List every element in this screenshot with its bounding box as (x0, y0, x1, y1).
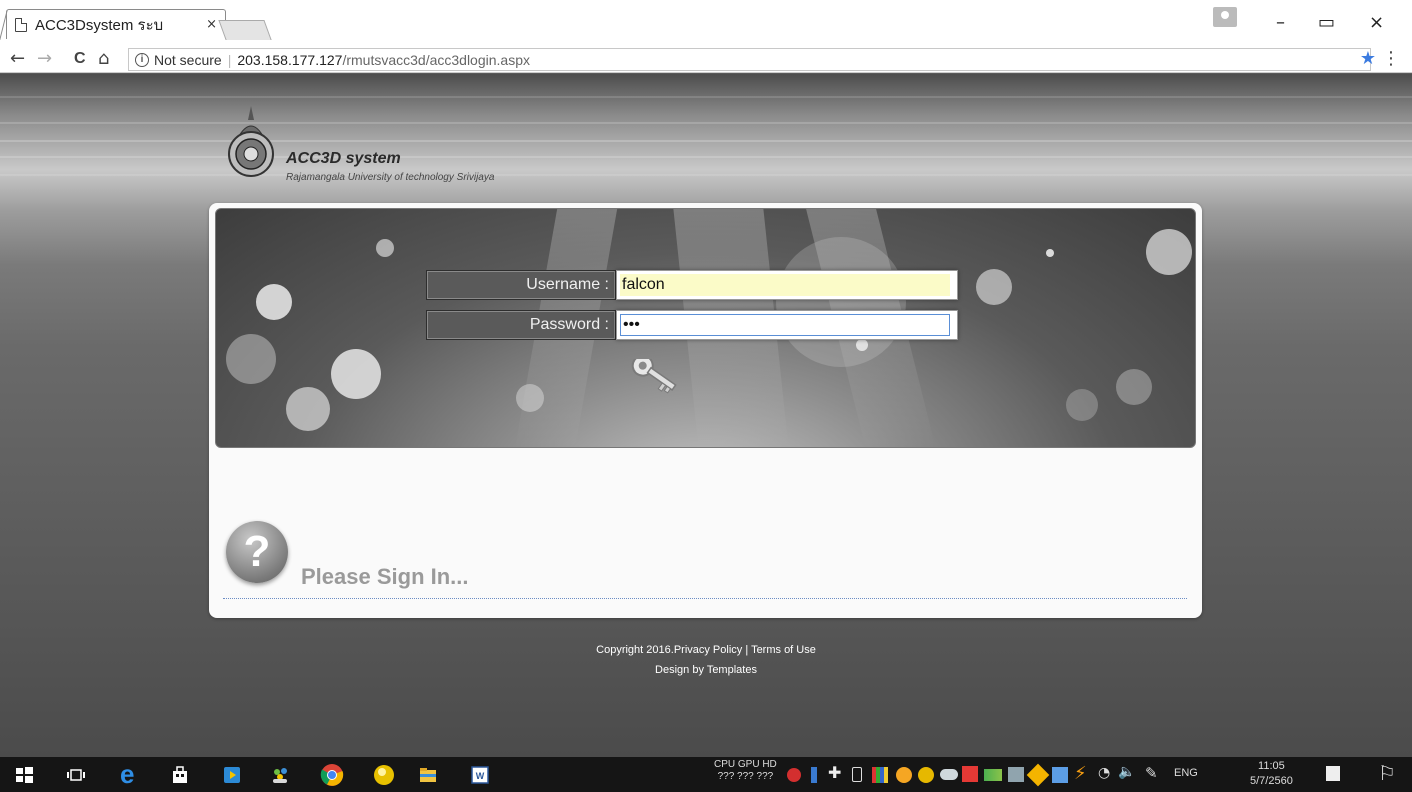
sign-in-prompt: Please Sign In... (301, 564, 469, 589)
tray-red-icon[interactable] (787, 768, 801, 782)
url-host: 203.158.177.127 (237, 51, 343, 68)
page-footer: Copyright 2016.Privacy Policy | Terms of… (0, 640, 1412, 680)
username-row: Username : (426, 270, 958, 300)
username-label: Username : (426, 270, 616, 300)
terms-of-use-link[interactable]: Terms of Use (751, 644, 816, 656)
store-icon[interactable] (170, 765, 190, 785)
username-field-wrap (616, 270, 958, 300)
clock-date: 5/7/2560 (1250, 775, 1293, 787)
password-label: Password : (426, 310, 616, 340)
login-banner: Username : Password : (215, 208, 1196, 448)
tray-battery-icon[interactable] (811, 767, 817, 783)
security-label[interactable]: Not secure (154, 52, 222, 68)
media-app-icon[interactable] (222, 765, 242, 785)
tray-orange-icon[interactable] (896, 767, 912, 783)
tray-network-icon[interactable] (1052, 767, 1068, 783)
tray-printer-icon[interactable] (1008, 767, 1024, 782)
pen-input-icon[interactable]: ✎ (1145, 764, 1165, 784)
address-separator: | (227, 51, 232, 68)
hardware-monitor-labels: CPU GPU HD (714, 759, 777, 770)
notification-icon[interactable]: ⚐ (1378, 761, 1398, 785)
tray-yellow-icon[interactable] (918, 767, 934, 783)
footer-divider: | (742, 644, 752, 656)
wifi-icon[interactable]: ◔ (1098, 765, 1118, 785)
university-seal-icon (228, 106, 274, 177)
file-explorer-icon[interactable] (418, 765, 438, 785)
reload-button[interactable]: C (74, 49, 86, 69)
login-key-button[interactable] (624, 359, 678, 401)
browser-toolbar: ← → C ⌂ i Not secure | 203.158.177.127/r… (0, 47, 1412, 73)
site-title: ACC3D system (286, 150, 401, 167)
address-bar[interactable]: i Not secure | 203.158.177.127/rmutsvacc… (128, 48, 1371, 71)
browser-tabstrip: ACC3Dsystem ระบ × – ▭ × (0, 0, 1412, 47)
yellow-circle-app-icon[interactable] (372, 763, 396, 787)
clock-time: 11:05 (1258, 760, 1285, 772)
tray-cloud-icon[interactable] (940, 769, 958, 780)
password-row: Password : (426, 310, 958, 340)
help-question-icon: ? (226, 521, 288, 583)
hardware-monitor-values: ??? ??? ??? (717, 771, 774, 782)
volume-icon[interactable]: 🔈 (1118, 764, 1138, 784)
divider-line (223, 598, 1187, 599)
password-field-wrap (616, 310, 958, 340)
page-icon (15, 17, 27, 32)
tray-pdf-icon[interactable] (962, 766, 978, 782)
site-subtitle: Rajamangala University of technology Sri… (286, 172, 495, 183)
new-tab-button[interactable] (218, 20, 272, 40)
tray-usb-icon[interactable] (852, 767, 862, 782)
url-path: /rmutsvacc3d/acc3dlogin.aspx (342, 51, 530, 68)
tray-tool-icon[interactable] (1026, 763, 1050, 787)
action-center-icon[interactable] (1326, 766, 1340, 781)
close-window-button[interactable]: × (1369, 12, 1384, 33)
info-icon[interactable]: i (135, 52, 149, 67)
tab-close-icon[interactable]: × (206, 17, 217, 32)
username-input[interactable] (620, 274, 950, 296)
clock[interactable]: 11:05 5/7/2560 (1250, 759, 1293, 789)
back-button[interactable]: ← (10, 49, 25, 69)
design-credit: Design by Templates (655, 664, 757, 676)
people-app-icon[interactable] (270, 765, 290, 785)
tray-signal-icon[interactable] (984, 769, 1002, 781)
footer-line-1: Copyright 2016.Privacy Policy | Terms of… (0, 640, 1412, 660)
tray-shield-icon[interactable]: ✚ (828, 763, 848, 783)
privacy-policy-link[interactable]: Privacy Policy (674, 644, 742, 656)
forward-button[interactable]: → (37, 49, 52, 69)
minimize-button[interactable]: – (1276, 12, 1285, 33)
edge-browser-icon[interactable]: e (120, 759, 140, 789)
svg-text:W: W (476, 771, 485, 781)
copyright-text: Copyright 2016. (596, 644, 674, 656)
browser-tab[interactable]: ACC3Dsystem ระบ × (6, 9, 226, 39)
chrome-icon[interactable] (320, 763, 344, 787)
site-header: ACC3D system Rajamangala University of t… (220, 96, 560, 186)
tray-app-icon[interactable] (872, 767, 888, 783)
page-viewport: ACC3D system Rajamangala University of t… (0, 74, 1412, 757)
bookmark-star-icon[interactable]: ★ (1360, 48, 1376, 69)
hardware-monitor[interactable]: CPU GPU HD ??? ??? ??? (714, 759, 777, 783)
windows-start-icon[interactable] (14, 765, 34, 785)
tray-lightning-icon[interactable]: ⚡ (1074, 763, 1094, 784)
language-indicator[interactable]: ENG (1174, 767, 1198, 779)
menu-icon[interactable]: ⋮ (1382, 48, 1400, 69)
login-card: Username : Password : (209, 203, 1202, 618)
word-app-icon[interactable]: W (470, 765, 490, 785)
password-input[interactable] (620, 314, 950, 336)
tab-title: ACC3Dsystem ระบ (35, 16, 164, 34)
profile-icon[interactable] (1213, 7, 1237, 27)
home-button[interactable]: ⌂ (98, 49, 109, 69)
restore-button[interactable]: ▭ (1318, 12, 1335, 33)
task-view-icon[interactable] (66, 765, 86, 785)
windows-taskbar: e W CPU GPU HD ??? ??? ??? ✚ ⚡ ◔ � (0, 757, 1412, 792)
